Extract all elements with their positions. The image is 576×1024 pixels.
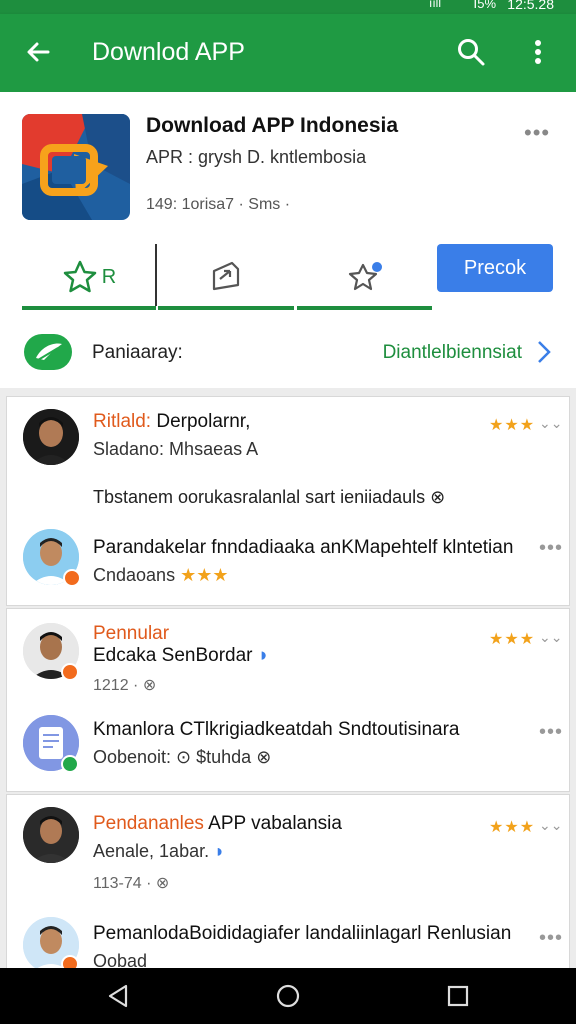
reviewer-name: PemanlodaBoididagiafer landaliinlagarl R…: [93, 923, 512, 944]
nav-recents-icon[interactable]: [444, 982, 472, 1010]
signal-icon: ııll: [429, 0, 441, 10]
app-meta: 149: 1orisa7 · Sms ·: [146, 196, 291, 213]
reviewer-highlight: Pendananles: [93, 813, 204, 834]
nav-home-icon[interactable]: [274, 982, 302, 1010]
developer-name[interactable]: APR : grysh D. kntlembosia: [146, 147, 366, 168]
expand-chevron-icon[interactable]: ⌄⌄: [539, 817, 562, 834]
inline-stars: ★★★: [180, 565, 229, 585]
download-row-link[interactable]: Diantlelbiennsiat: [383, 342, 522, 364]
star-outline-icon: [63, 260, 97, 293]
app-logo-icon: [22, 114, 130, 220]
chevron-right-icon[interactable]: [534, 336, 554, 368]
tab-wishlist[interactable]: [297, 242, 432, 312]
tab-divider: [155, 244, 157, 306]
more-horiz-icon[interactable]: •••: [539, 537, 563, 560]
back-arrow-icon[interactable]: [22, 36, 54, 68]
download-row[interactable]: Paniaaray: Diantlelbiennsiat: [0, 330, 576, 380]
expand-chevron-icon[interactable]: ⌄⌄: [539, 415, 562, 432]
more-horiz-icon[interactable]: •••: [539, 721, 563, 744]
tab-rating[interactable]: R: [22, 242, 156, 312]
reviewer-name-text: APP vabalansia: [203, 813, 342, 834]
reviewer-name: Parandakelar fnndadiaaka anKMapehtelf kl…: [93, 537, 514, 558]
reviewer-subtitle: Cndaoans ★★★: [93, 565, 229, 586]
verified-icon: ◗: [257, 645, 270, 666]
reviewer-name-text: Derpolarnr,: [156, 411, 251, 432]
reviewer-name-value: Edcaka SenBordar: [93, 645, 253, 666]
app-name: Download APP Indonesia: [146, 114, 399, 137]
status-bar: ııll Ⅰ5% 12:5.28: [0, 0, 576, 14]
avatar[interactable]: [23, 807, 79, 863]
avatar[interactable]: [23, 409, 79, 465]
review-date: 1212 · ⊗: [93, 677, 157, 694]
nav-back-icon[interactable]: [104, 982, 132, 1010]
review-text: Tbstanem oorukasralanlal sart ieniiadaul…: [93, 487, 446, 507]
reviewer-subtitle: Sladano: Mhsaeas A: [93, 439, 259, 459]
more-horiz-icon[interactable]: •••: [524, 120, 550, 146]
reviewer-name: Pennular: [93, 623, 169, 645]
reviewer-subtitle-text: Cndaoans: [93, 565, 176, 585]
user-badge-icon: [61, 755, 79, 773]
rating-stars: ★★★: [489, 631, 536, 648]
rating-stars: ★★★: [489, 819, 536, 836]
reviewer-subtitle: Aenale, 1abar. ◗: [93, 841, 225, 862]
user-badge-icon: [61, 663, 79, 681]
app-header: Download APP Indonesia APR : grysh D. kn…: [0, 92, 576, 388]
reviewer-name-text: Edcaka SenBordar ◗: [93, 645, 269, 667]
download-leaf-icon: [24, 334, 72, 370]
bookmark-star-icon: [348, 262, 382, 291]
more-vert-icon[interactable]: [528, 36, 548, 68]
review-date: 113-74 · ⊗: [93, 875, 170, 892]
rating-stars: ★★★: [489, 417, 536, 434]
app-bar: Downlod APP: [0, 14, 576, 92]
reviewer-subtitle: Oobenoit: ⊙ $tuhda ⊗: [93, 747, 272, 767]
review-card: Pennular Edcaka SenBordar ◗ 1212 · ⊗ ★★★…: [6, 608, 570, 792]
user-badge-icon: [63, 569, 81, 587]
status-time: 12:5.28: [507, 0, 554, 12]
tab-share[interactable]: [158, 242, 294, 312]
more-horiz-icon[interactable]: •••: [539, 927, 563, 950]
review-card: Pendananles APP vabalansia Aenale, 1abar…: [6, 794, 570, 973]
reviewer-name: Kmanlora CTlkrigiadkeatdah Sndtoutisinar…: [93, 719, 460, 740]
share-icon: [212, 261, 240, 291]
review-card: Ritlald: Derpolarnr, Sladano: Mhsaeas A …: [6, 396, 570, 606]
reviewer-name: Pendananles APP vabalansia: [93, 813, 342, 835]
reviewer-name: Ritlald: Derpolarnr,: [93, 411, 250, 433]
system-nav-bar: [0, 968, 576, 1024]
app-bar-title: Downlod APP: [92, 38, 245, 66]
reviewer-subtitle-text: Aenale, 1abar.: [93, 841, 210, 861]
reviewer-highlight: Ritlald:: [93, 411, 157, 432]
expand-chevron-icon[interactable]: ⌄⌄: [539, 629, 562, 646]
verified-icon: ◗: [214, 841, 225, 861]
download-row-label: Paniaaray:: [92, 342, 183, 363]
battery-icon: Ⅰ5%: [473, 0, 496, 11]
tab-rating-label: R: [101, 265, 117, 288]
reviewer-highlight: Pennular: [93, 623, 170, 644]
search-icon[interactable]: [455, 36, 487, 68]
primary-action-button[interactable]: Precok: [437, 244, 553, 292]
